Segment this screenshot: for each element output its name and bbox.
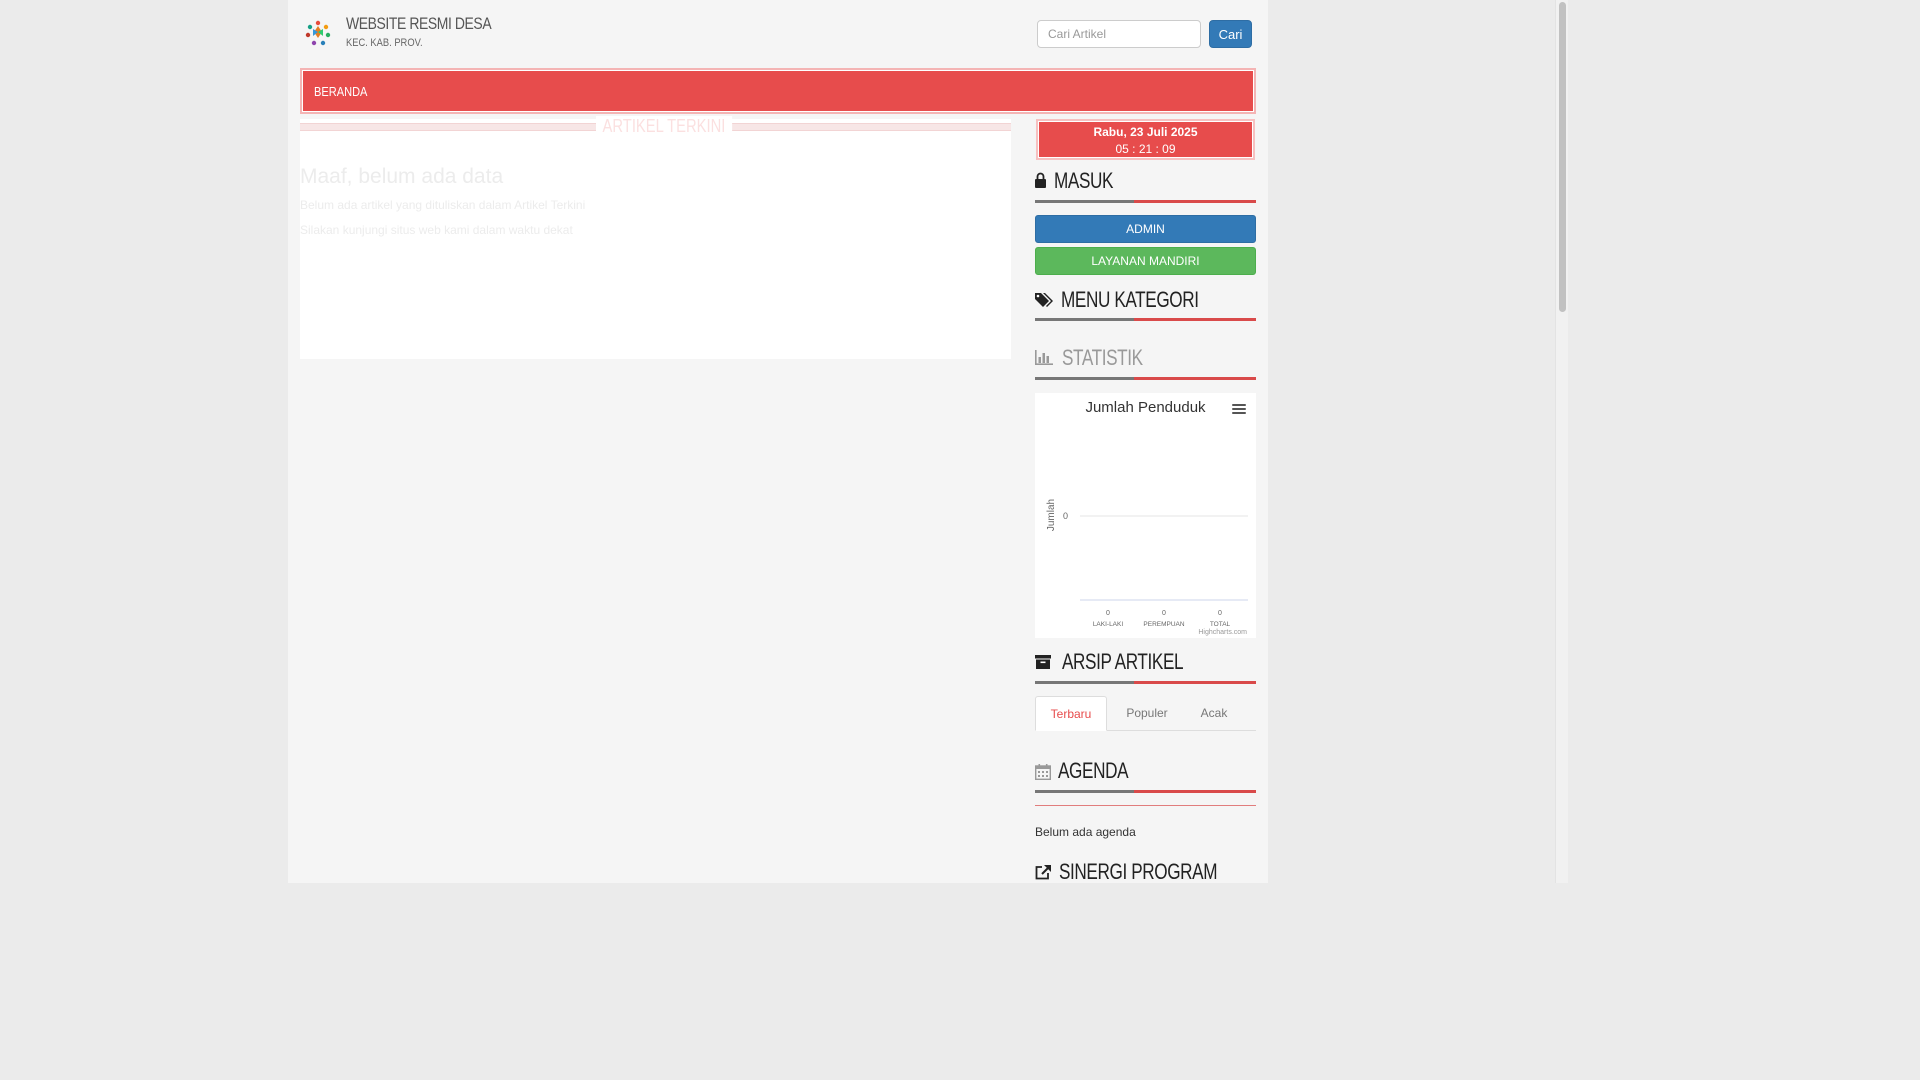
widget-title: SINERGI PROGRAM	[1059, 859, 1218, 884]
site-title[interactable]: WEBSITE RESMI DESA	[346, 14, 492, 34]
section-title-artikel-terkini: ARTIKEL TERKINI	[596, 116, 732, 137]
chart-x-tick-label: LAKI-LAKI	[1093, 621, 1124, 628]
scrollbar-thumb[interactable]	[1559, 2, 1566, 312]
widget-title: MASUK	[1054, 168, 1114, 193]
bar-chart-icon	[1035, 350, 1053, 365]
clock-date: Rabu, 23 Juli 2025	[1093, 125, 1198, 139]
agenda-divider	[1035, 805, 1256, 806]
clock-time: 05 : 21 : 09	[1115, 142, 1176, 156]
widget-underline	[1035, 681, 1256, 684]
external-link-icon	[1035, 865, 1051, 880]
admin-button[interactable]: ADMIN	[1035, 215, 1256, 243]
chart-x-tick-label: PEREMPUAN	[1143, 621, 1184, 628]
empty-state-text: Silakan kunjungi situs web kami dalam wa…	[300, 223, 573, 237]
site-logo-icon[interactable]	[304, 18, 332, 48]
widget-underline	[1035, 377, 1256, 380]
widget-underline	[1035, 200, 1256, 203]
tab-populer[interactable]: Populer	[1115, 696, 1179, 731]
site-subtitle: KEC. KAB. PROV.	[346, 37, 423, 49]
widget-title: AGENDA	[1058, 758, 1129, 783]
chart-svg: Jumlah Highcharts.com 0 0 LAKI-LAKI 0 PEREMP…	[1046, 499, 1248, 636]
chart-data-label: 0	[1106, 610, 1110, 617]
empty-state-title: Maaf, belum ada data	[300, 165, 504, 188]
chart-credit[interactable]: Highcharts.com	[1198, 629, 1247, 636]
chart-y-axis-label: Jumlah	[1046, 499, 1057, 531]
date-clock-widget: Rabu, 23 Juli 2025 05 : 21 : 09	[1036, 119, 1255, 160]
lock-icon	[1035, 172, 1046, 188]
tags-icon	[1035, 293, 1053, 307]
widget-title: STATISTIK	[1062, 345, 1143, 370]
widget-underline	[1035, 790, 1256, 793]
chart-y-tick-label: 0	[1063, 511, 1068, 521]
archive-icon	[1035, 655, 1051, 669]
agenda-empty-text: Belum ada agenda	[1035, 825, 1136, 839]
chart-x-tick-label: TOTAL	[1210, 621, 1231, 628]
widget-heading-agenda: AGENDA	[1035, 758, 1256, 794]
nav-item-beranda[interactable]: BERANDA	[314, 84, 367, 99]
tab-terbaru[interactable]: Terbaru	[1035, 696, 1107, 731]
chart-data-label: 0	[1162, 610, 1166, 617]
widget-heading-sinergi: SINERGI PROGRAM	[1035, 859, 1256, 895]
widget-title: ARSIP ARTIKEL	[1062, 649, 1184, 674]
tab-acak[interactable]: Acak	[1187, 696, 1241, 731]
empty-state-text: Belum ada artikel yang dituliskan dalam …	[300, 198, 586, 212]
widget-underline	[1035, 318, 1256, 321]
widget-heading-masuk: MASUK	[1035, 168, 1256, 204]
widget-heading-statistik: STATISTIK	[1035, 345, 1256, 381]
search-input[interactable]	[1037, 20, 1201, 48]
calendar-icon	[1035, 764, 1051, 780]
search-button[interactable]: Cari	[1209, 20, 1252, 48]
widget-title: MENU KATEGORI	[1061, 287, 1199, 312]
scrollbar[interactable]	[1555, 0, 1568, 883]
chart-data-label: 0	[1218, 610, 1222, 617]
widget-heading-arsip: ARSIP ARTIKEL	[1035, 649, 1256, 685]
layanan-mandiri-button[interactable]: LAYANAN MANDIRI	[1035, 247, 1256, 275]
population-chart: Jumlah Penduduk Jumlah Highcharts.com 00…	[1035, 393, 1256, 638]
arsip-tabs: Terbaru Populer Acak	[1035, 696, 1256, 731]
main-navbar: BERANDA	[300, 68, 1256, 114]
